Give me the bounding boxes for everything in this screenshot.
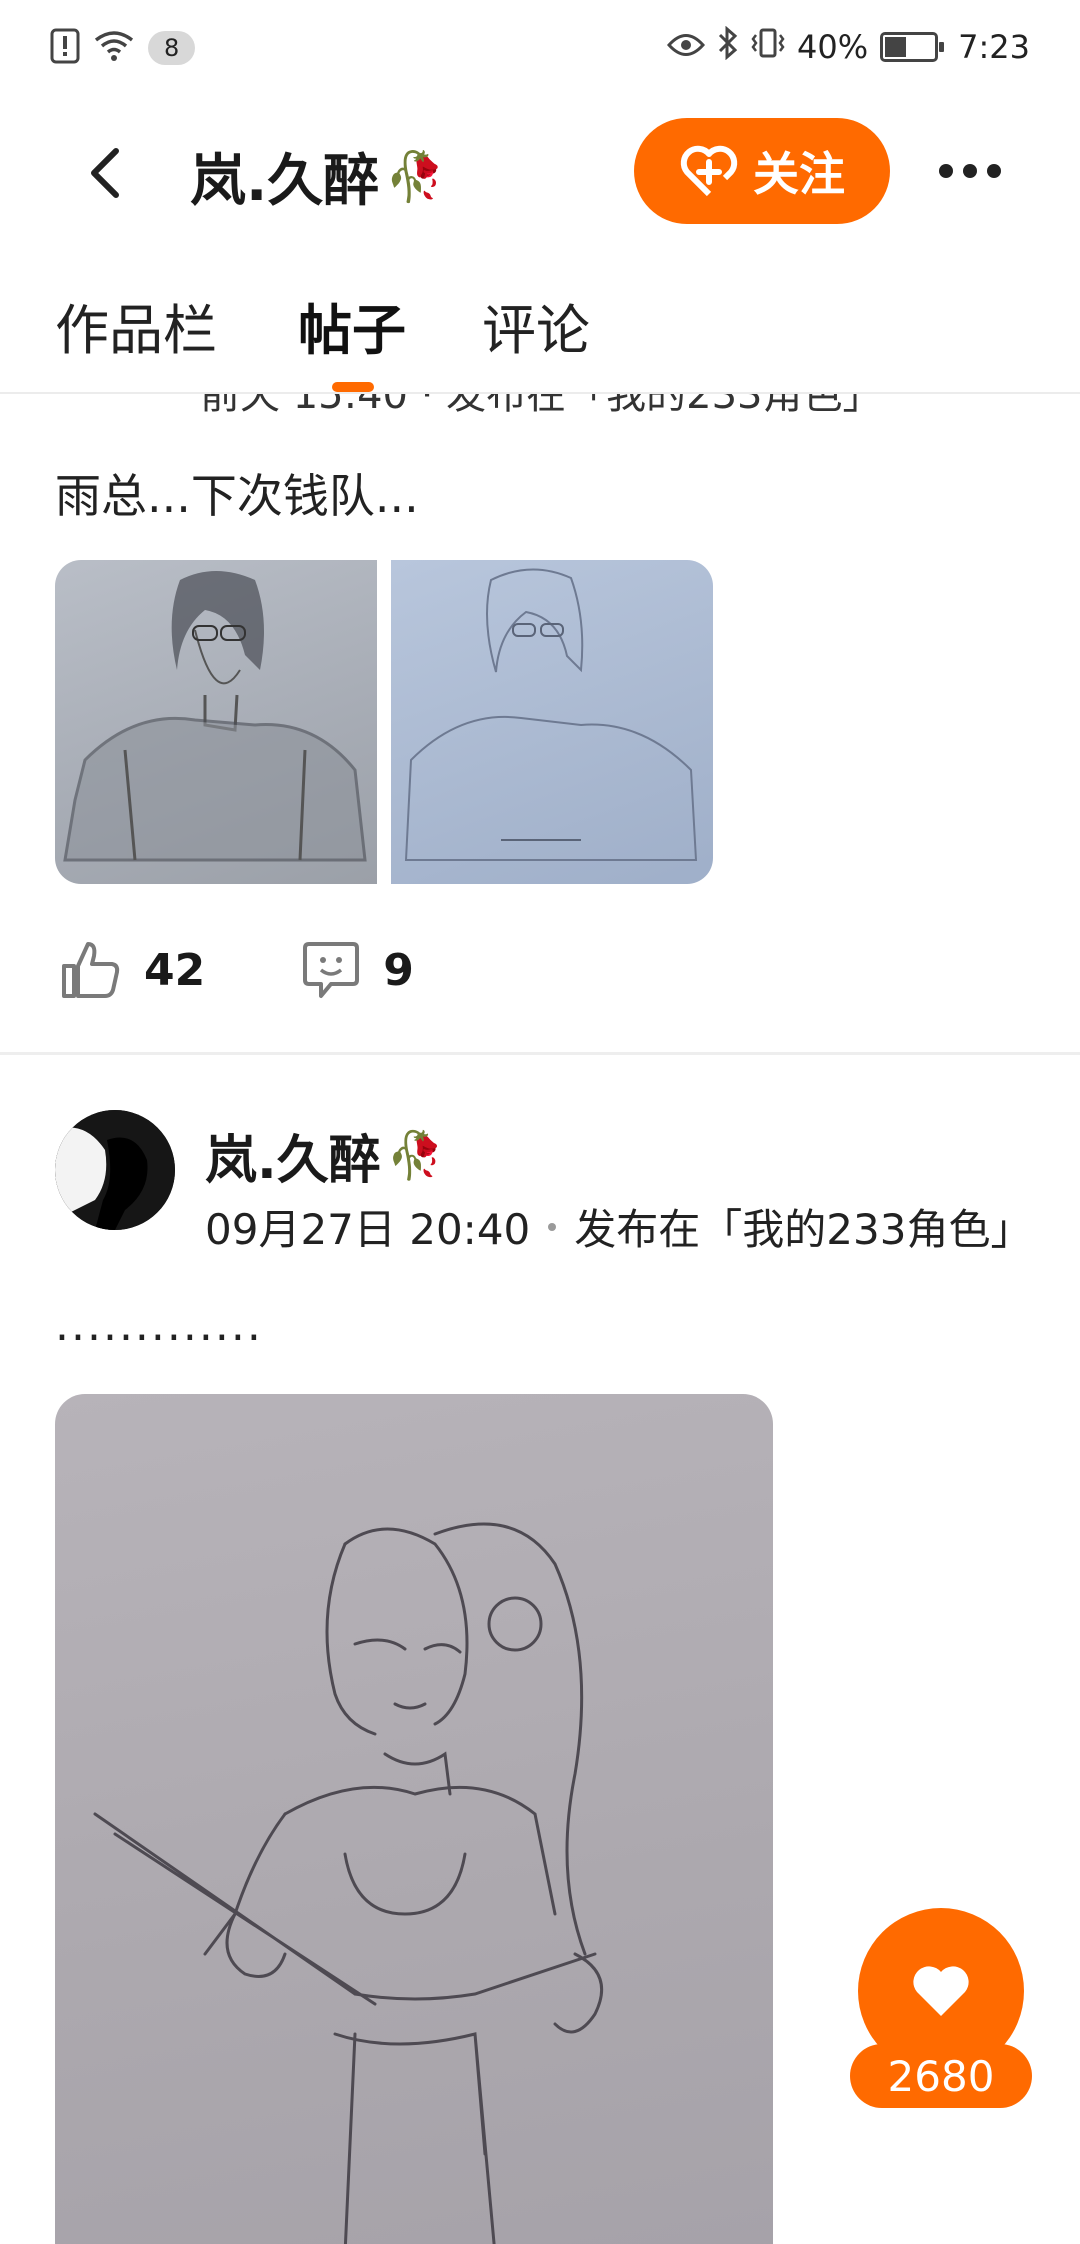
tab-works[interactable]: 作品栏 <box>55 286 217 365</box>
more-dot-icon <box>939 164 953 178</box>
post-image[interactable] <box>55 1394 773 2244</box>
heart-icon <box>913 1966 969 2016</box>
post-text[interactable]: 雨总...下次钱队... <box>55 460 419 526</box>
comment-count: 9 <box>383 944 414 996</box>
author-name-text: 岚.久醉 <box>205 1131 381 1191</box>
sketch-drawing <box>93 1522 604 2244</box>
follow-label: 关注 <box>753 147 845 201</box>
username: 岚.久醉 <box>190 149 380 214</box>
page-title: 岚.久醉 🥀 <box>190 136 445 217</box>
clock: 7:23 <box>958 28 1030 66</box>
more-button[interactable] <box>930 136 1010 206</box>
back-button[interactable] <box>70 138 140 208</box>
post-channel[interactable]: 发布在「我的233角色」 <box>574 1196 1032 1257</box>
comment-button[interactable]: 9 <box>301 940 414 1000</box>
status-bar: 8 40% 7:23 <box>0 0 1080 96</box>
rose-emoji: 🥀 <box>386 1128 445 1182</box>
active-tab-indicator <box>332 382 374 392</box>
post-actions: 42 9 <box>60 940 414 1000</box>
post-image[interactable] <box>391 560 713 884</box>
more-dot-icon <box>963 164 977 178</box>
heart-plus-icon <box>680 145 738 197</box>
rose-emoji: 🥀 <box>385 149 446 205</box>
alert-icon <box>50 28 80 68</box>
post-images <box>55 560 713 884</box>
tab-comments[interactable]: 评论 <box>482 286 590 365</box>
author-avatar[interactable] <box>55 1110 175 1230</box>
like-count: 42 <box>144 944 206 996</box>
wifi-icon <box>94 30 134 66</box>
tab-posts[interactable]: 帖子 <box>298 286 406 365</box>
tab-bar: 作品栏 帖子 评论 <box>0 246 1080 394</box>
battery-icon <box>880 32 945 62</box>
notification-count-badge: 8 <box>148 31 196 65</box>
vibrate-icon <box>751 27 785 67</box>
separator-dot <box>548 1222 557 1231</box>
sketch-drawing <box>404 568 698 861</box>
sketch-drawing <box>63 571 367 862</box>
battery-percent: 40% <box>797 28 869 66</box>
like-button[interactable]: 42 <box>60 940 205 1000</box>
profile-header: 岚.久醉 🥀 关注 <box>0 96 1080 246</box>
author-name[interactable]: 岚.久醉 🥀 <box>205 1118 444 1193</box>
silhouette-avatar-image <box>55 1110 175 1230</box>
comment-smile-icon <box>303 942 360 998</box>
eye-icon <box>667 28 706 66</box>
follow-button[interactable]: 关注 <box>634 118 890 224</box>
floating-like-count: 2680 <box>850 2044 1032 2108</box>
bluetooth-icon <box>717 25 739 68</box>
chevron-left-icon <box>91 148 119 198</box>
post-meta: 09月27日 20:40 发布在「我的233角色」 <box>205 1196 1032 1257</box>
post-divider <box>0 1052 1080 1055</box>
thumbs-up-icon <box>62 942 120 998</box>
more-dot-icon <box>987 164 1001 178</box>
post-image[interactable] <box>55 560 377 884</box>
post-date: 09月27日 20:40 <box>205 1205 531 1254</box>
post-text[interactable]: ............. <box>55 1300 263 1351</box>
